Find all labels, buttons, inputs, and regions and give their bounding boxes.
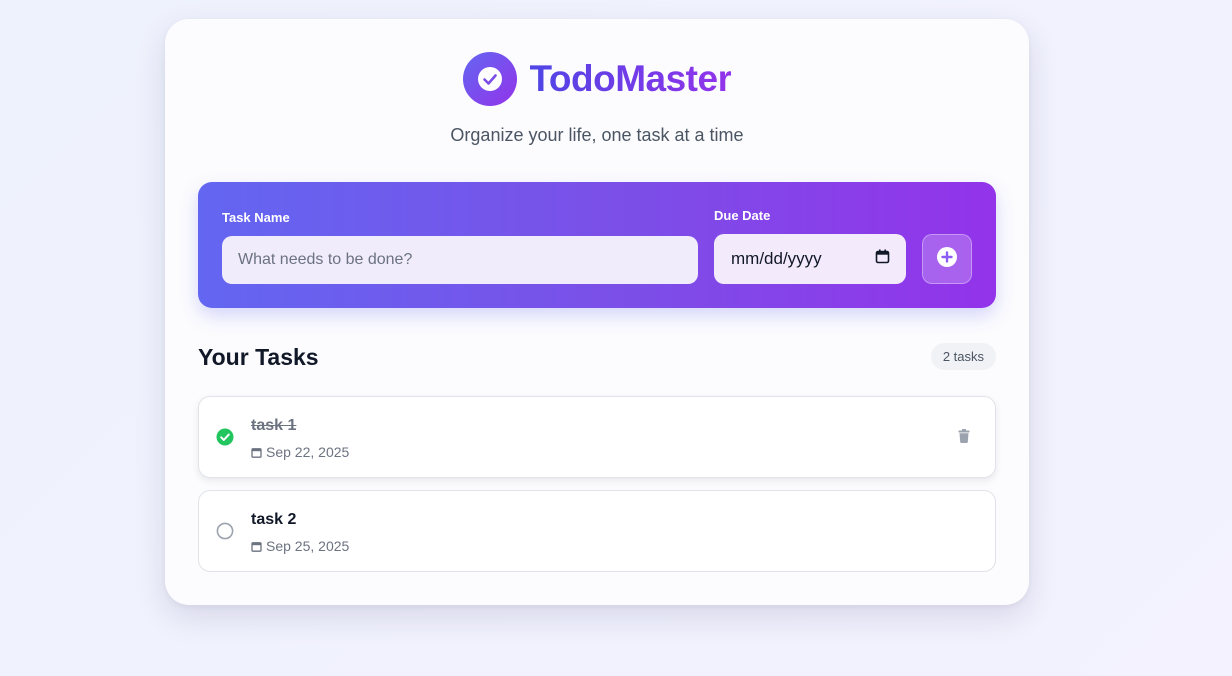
task-count-badge: 2 tasks <box>930 343 996 370</box>
check-circle-logo-icon <box>462 52 517 106</box>
add-task-button[interactable] <box>922 234 972 284</box>
app-title: TodoMaster <box>530 52 732 106</box>
due-date-label: Due Date <box>714 208 771 223</box>
tasks-heading: Your Tasks <box>198 344 319 370</box>
task-name: task 2 <box>251 511 297 528</box>
add-task-form: Task Name What needs to be done? Due Dat… <box>198 182 996 308</box>
calendar-icon <box>251 447 262 458</box>
app-subtitle: Organize your life, one task at a time <box>450 125 744 145</box>
app-card: TodoMaster Organize your life, one task … <box>165 19 1029 605</box>
task-item: task 2 Sep 25, 2025 <box>198 490 996 572</box>
task-due-date: Sep 22, 2025 <box>251 444 349 460</box>
task-date-text: Sep 22, 2025 <box>266 444 350 460</box>
brand-header: TodoMaster <box>165 52 1029 106</box>
completed-check-icon[interactable] <box>216 428 234 446</box>
task-name-label: Task Name <box>222 210 290 225</box>
plus-circle-icon <box>936 246 958 273</box>
due-date-placeholder: mm/dd/yyyy <box>731 249 822 268</box>
calendar-icon <box>251 541 262 552</box>
task-due-date: Sep 25, 2025 <box>251 538 349 554</box>
task-name: task 1 <box>251 417 297 434</box>
task-name-placeholder: What needs to be done? <box>238 251 413 268</box>
task-date-text: Sep 25, 2025 <box>266 538 350 554</box>
due-date-input[interactable]: mm/dd/yyyy <box>714 234 906 284</box>
task-item: task 1 Sep 22, 2025 <box>198 396 996 478</box>
task-name-input[interactable]: What needs to be done? <box>222 236 698 284</box>
calendar-picker-icon[interactable] <box>875 249 890 269</box>
incomplete-circle-icon[interactable] <box>216 522 234 540</box>
trash-icon[interactable] <box>958 429 970 448</box>
